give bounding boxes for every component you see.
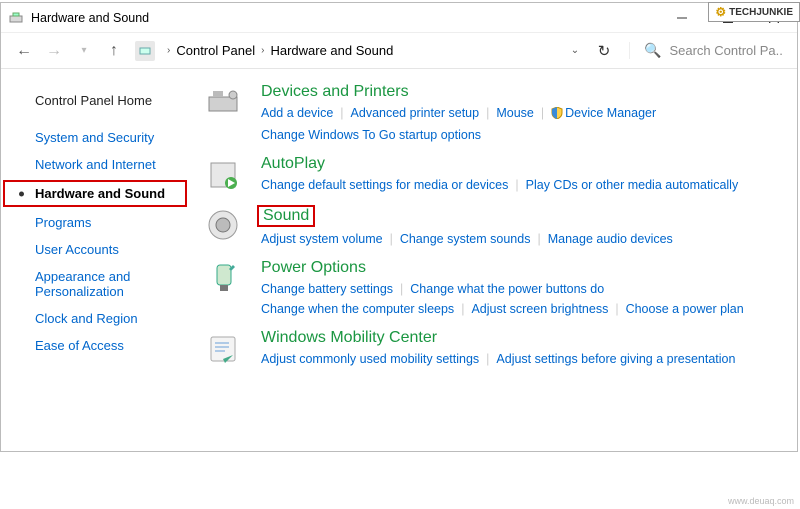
category-icon [203,83,243,123]
sidebar-item-active[interactable]: Hardware and Sound [3,180,187,207]
footer-watermark: www.deuaq.com [728,496,794,506]
category-link[interactable]: Choose a power plan [626,302,744,316]
category-icon [203,205,243,245]
category-icon [203,259,243,299]
shield-icon [551,105,563,125]
sidebar: Control Panel Home System and SecurityNe… [1,69,193,451]
category-link[interactable]: Adjust settings before giving a presenta… [496,352,735,366]
category-link[interactable]: Advanced printer setup [351,106,480,120]
up-button[interactable]: ↑ [99,37,129,65]
category-link[interactable]: Adjust commonly used mobility settings [261,352,479,366]
sidebar-item[interactable]: Clock and Region [1,305,193,332]
category: Devices and Printers Add a device|Advance… [203,83,787,145]
category-link[interactable]: Change when the computer sleeps [261,302,454,316]
category-link[interactable]: Manage audio devices [548,232,673,246]
category-title[interactable]: Devices and Printers [261,83,409,101]
category-link[interactable]: Add a device [261,106,333,120]
search-box[interactable]: 🔍 Search Control Pa.. [629,42,789,59]
minimize-button[interactable] [659,3,705,33]
techjunkie-watermark: ⚙ TECHJUNKIE [708,2,800,22]
chevron-right-icon[interactable]: › [161,45,176,56]
breadcrumb: › Control Panel › Hardware and Sound [135,41,393,61]
hardware-icon [7,9,25,27]
category-link[interactable]: Play CDs or other media automatically [526,178,739,192]
sidebar-item[interactable]: Appearance and Personalization [1,263,193,305]
address-dropdown[interactable]: ⌄ [563,39,587,63]
control-panel-window: Hardware and Sound ← → ▾ ↑ › Control Pan… [0,2,798,452]
sidebar-item[interactable]: System and Security [1,124,193,151]
category-links: Add a device|Advanced printer setup|Mous… [261,103,787,145]
content-area: Control Panel Home System and SecurityNe… [1,69,797,451]
category-links: Change battery settings|Change what the … [261,279,787,319]
navigation-bar: ← → ▾ ↑ › Control Panel › Hardware and S… [1,33,797,69]
category-link[interactable]: Change battery settings [261,282,393,296]
sidebar-item[interactable]: Network and Internet [1,151,193,178]
chevron-right-icon[interactable]: › [255,45,270,56]
main-panel: Devices and Printers Add a device|Advance… [193,69,797,451]
category-title[interactable]: Windows Mobility Center [261,329,437,347]
category-icon [203,329,243,369]
category-link[interactable]: Change system sounds [400,232,531,246]
category-title[interactable]: Sound [257,205,315,227]
category: AutoPlay Change default settings for medi… [203,155,787,195]
gear-icon: ⚙ [715,5,726,19]
breadcrumb-current[interactable]: Hardware and Sound [270,43,393,58]
category: SoundAdjust system volume|Change system … [203,205,787,249]
category-link[interactable]: Device Manager [565,106,656,120]
category-links: Adjust commonly used mobility settings|A… [261,349,787,369]
category-title[interactable]: AutoPlay [261,155,325,173]
category-title[interactable]: Power Options [261,259,366,277]
category-link[interactable]: Change Windows To Go startup options [261,128,481,142]
recent-dropdown[interactable]: ▾ [69,37,99,65]
category: Power Options Change battery settings|Cha… [203,259,787,319]
category-links: Change default settings for media or dev… [261,175,787,195]
window-title: Hardware and Sound [31,11,149,25]
category-link[interactable]: Adjust screen brightness [471,302,608,316]
sidebar-item[interactable]: Programs [1,209,193,236]
sidebar-home[interactable]: Control Panel Home [1,87,193,114]
sidebar-item[interactable]: Ease of Access [1,332,193,359]
sidebar-item[interactable]: User Accounts [1,236,193,263]
category-link[interactable]: Change default settings for media or dev… [261,178,508,192]
control-panel-icon [135,41,155,61]
category-icon [203,155,243,195]
category-links: Adjust system volume|Change system sound… [261,229,787,249]
refresh-button[interactable]: ↻ [587,37,621,65]
breadcrumb-root[interactable]: Control Panel [176,43,255,58]
category-link[interactable]: Change what the power buttons do [410,282,604,296]
forward-button[interactable]: → [39,37,69,65]
titlebar: Hardware and Sound [1,3,797,33]
category-link[interactable]: Mouse [496,106,534,120]
search-placeholder: Search Control Pa.. [669,43,782,58]
category: Windows Mobility Center Adjust commonly u… [203,329,787,369]
search-icon: 🔍 [644,42,661,59]
back-button[interactable]: ← [9,37,39,65]
category-link[interactable]: Adjust system volume [261,232,383,246]
